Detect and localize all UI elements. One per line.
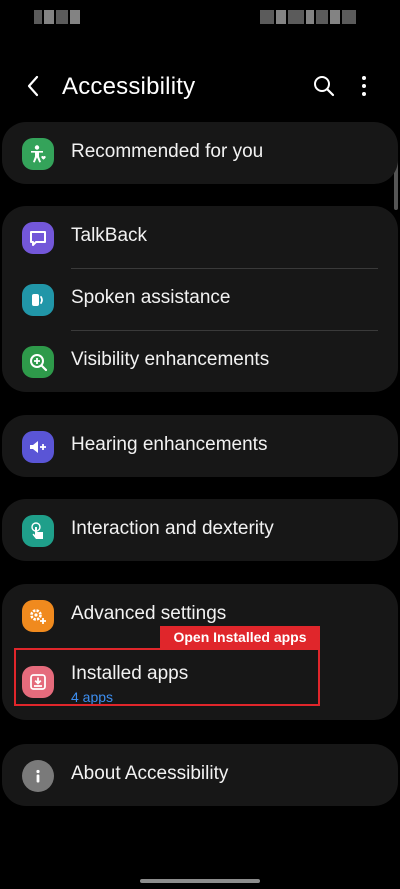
person-heart-icon [22, 138, 54, 170]
list-item-recommended[interactable]: Recommended for you [2, 122, 398, 184]
list-item-about[interactable]: About Accessibility [2, 744, 398, 806]
status-bar-left [34, 8, 90, 28]
gears-plus-icon [22, 600, 54, 632]
annotation-box [14, 648, 320, 706]
hand-touch-icon [22, 515, 54, 547]
list-item-label: Advanced settings [71, 603, 227, 624]
speaker-plus-icon [22, 431, 54, 463]
card-interaction: Interaction and dexterity [2, 499, 398, 561]
list-item-label: Visibility enhancements [71, 349, 270, 370]
card-recommended: Recommended for you [2, 122, 398, 184]
list-item-spoken-assistance[interactable]: Spoken assistance [2, 268, 398, 330]
list-item-label: Interaction and dexterity [71, 518, 274, 539]
page-title: Accessibility [62, 73, 196, 100]
list-item-interaction[interactable]: Interaction and dexterity [2, 499, 398, 561]
more-options-icon[interactable] [352, 74, 376, 98]
list-item-label: About Accessibility [71, 763, 229, 784]
list-item-label: Hearing enhancements [71, 434, 268, 455]
status-bar-right [260, 8, 370, 28]
card-about: About Accessibility [2, 744, 398, 806]
home-indicator[interactable] [140, 879, 260, 883]
list-item-talkback[interactable]: TalkBack [2, 206, 398, 268]
list-item-visibility[interactable]: Visibility enhancements [2, 330, 398, 392]
back-arrow-icon[interactable] [22, 74, 46, 98]
card-hearing: Hearing enhancements [2, 415, 398, 477]
list-item-hearing[interactable]: Hearing enhancements [2, 415, 398, 477]
app-header: Accessibility [0, 64, 400, 112]
info-icon [22, 760, 54, 792]
spoken-assistance-icon [22, 284, 54, 316]
list-item-label: Recommended for you [71, 141, 264, 162]
list-item-label: Spoken assistance [71, 287, 231, 308]
card-vision: TalkBack Spoken assistance Visibility en… [2, 206, 398, 392]
list-item-label: TalkBack [71, 225, 148, 246]
magnifier-plus-icon [22, 346, 54, 378]
talkback-icon [22, 222, 54, 254]
annotation-label: Open Installed apps [160, 626, 320, 648]
search-icon[interactable] [312, 74, 336, 98]
